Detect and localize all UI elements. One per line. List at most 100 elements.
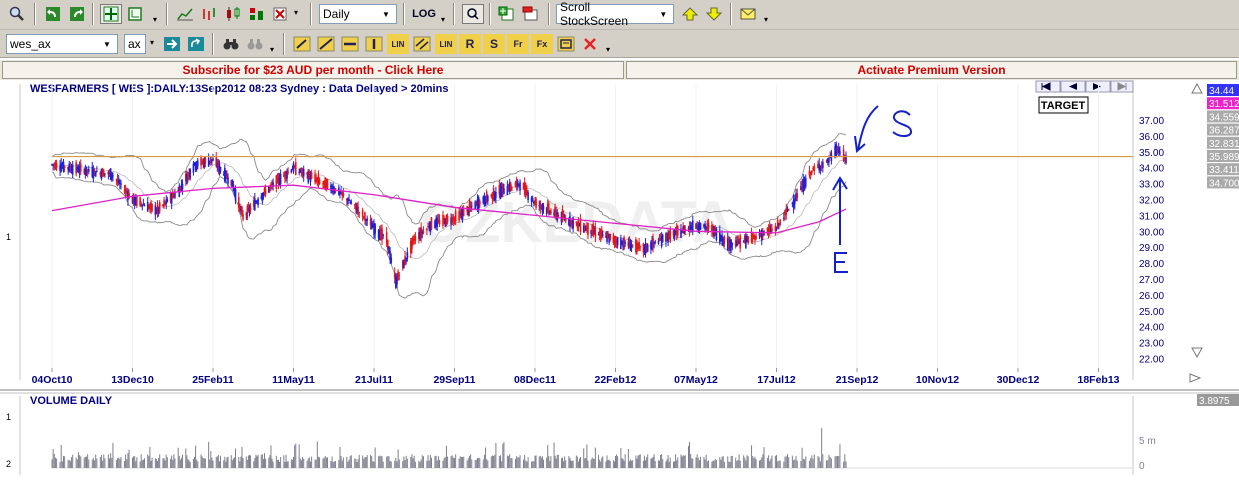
candle-body <box>839 151 841 155</box>
value-box-label: 33.411 <box>1209 165 1239 176</box>
candle-body <box>390 257 393 263</box>
pen-icon[interactable] <box>291 34 313 54</box>
candle-body <box>639 246 641 248</box>
bar-chart-icon[interactable] <box>198 4 220 24</box>
refresh-icon[interactable] <box>185 34 207 54</box>
fibonacci-extension-button[interactable]: Fx <box>531 34 553 54</box>
toolbar-grip[interactable]: ▾ <box>764 16 772 26</box>
toolbar-grip[interactable]: ▾ <box>153 16 161 26</box>
candle-body <box>241 206 243 216</box>
indicator-icon[interactable] <box>270 4 292 24</box>
binoculars-icon[interactable] <box>220 34 242 54</box>
undo-icon[interactable] <box>42 4 64 24</box>
candle-body <box>462 209 465 217</box>
candle-body <box>673 230 676 239</box>
toolbar-grip[interactable]: ▾ <box>441 16 449 26</box>
y-tick-label: 24.00 <box>1139 323 1164 334</box>
exchange-select[interactable]: ax <box>124 34 146 54</box>
value-box-label: 36.287 <box>1209 126 1239 137</box>
candle-body <box>120 183 122 185</box>
toolbar-grip[interactable]: ▾ <box>606 46 614 56</box>
vertical-line-icon[interactable] <box>363 34 385 54</box>
arrow-up-icon[interactable] <box>679 4 701 24</box>
add-chart-icon[interactable] <box>496 4 518 24</box>
binoculars-disabled-icon[interactable] <box>244 34 266 54</box>
mail-icon[interactable] <box>737 4 759 24</box>
support-button[interactable]: S <box>483 34 505 54</box>
volume-y-tick-label: 0 <box>1139 461 1145 472</box>
fibonacci-retracement-button[interactable]: Fr <box>507 34 529 54</box>
scroll-select[interactable]: Scroll StockScreen ▼ <box>556 0 674 28</box>
line-chart-icon[interactable] <box>174 4 196 24</box>
horizontal-line-icon[interactable] <box>339 34 361 54</box>
subscribe-link[interactable]: Subscribe for $23 AUD per month - Click … <box>2 61 624 79</box>
candle-body <box>503 188 505 195</box>
log-scale-button[interactable]: LOG <box>411 4 437 24</box>
x-tick-label: 08Dec11 <box>514 374 556 386</box>
target-label: TARGET <box>1041 100 1086 112</box>
promo-banner: Subscribe for $23 AUD per month - Click … <box>0 60 1239 80</box>
x-tick-label: 30Dec12 <box>997 374 1040 386</box>
volume-pane-number-1: 1 <box>6 412 11 422</box>
x-tick-label: 18Feb13 <box>1077 374 1119 386</box>
chart-title: WESFARMERS [ WES ]:DAILY:13Sep2012 08:23… <box>30 83 448 95</box>
candle-body <box>747 236 749 244</box>
candle-body <box>55 162 58 169</box>
candle-body <box>779 219 781 225</box>
candle-body <box>151 203 153 212</box>
volume-title: VOLUME DAILY <box>30 395 113 407</box>
linear-regression-button[interactable]: LIN <box>387 34 409 54</box>
toolbar-grip[interactable]: ▾ <box>270 46 278 56</box>
trendline-icon[interactable] <box>315 34 337 54</box>
zoom-icon[interactable] <box>6 4 28 24</box>
price-chart-svg[interactable]: WESFARMERS [ WES ]:DAILY:13Sep2012 08:23… <box>0 80 1239 487</box>
arrow-down-icon[interactable] <box>703 4 725 24</box>
candle-body <box>669 229 672 242</box>
chart-area[interactable]: WESFARMERS [ WES ]:DAILY:13Sep2012 08:23… <box>0 80 1239 487</box>
chevron-down-icon: ▼ <box>103 39 111 49</box>
candle-body <box>813 166 816 171</box>
candle-body <box>406 251 409 259</box>
exchange-dropdown-icon[interactable]: ▾ <box>150 39 158 49</box>
x-tick-label: 21Sep12 <box>836 374 879 386</box>
text-icon[interactable] <box>555 34 577 54</box>
candle-body <box>446 216 449 222</box>
candle-body <box>516 181 519 187</box>
y-tick-label: 25.00 <box>1139 307 1164 318</box>
candle-body <box>531 197 534 201</box>
separator <box>489 3 491 25</box>
candlestick-icon[interactable] <box>222 4 244 24</box>
redo-icon[interactable] <box>66 4 88 24</box>
multi-bar-icon[interactable] <box>246 4 268 24</box>
candle-body <box>422 231 425 234</box>
candle-body <box>364 212 366 221</box>
candle-body <box>166 199 169 203</box>
candle-body <box>219 167 222 172</box>
linear-channel-button[interactable]: LIN <box>435 34 457 54</box>
chart-nav <box>1035 80 1134 93</box>
candle-body <box>140 203 143 205</box>
remove-chart-icon[interactable] <box>520 4 542 24</box>
y-tick-label: 30.00 <box>1139 227 1164 238</box>
period-select[interactable]: Daily ▼ <box>319 4 397 24</box>
volume-value: 3.8975 <box>1199 396 1230 407</box>
go-icon[interactable] <box>161 34 183 54</box>
candle-body <box>796 193 799 199</box>
channel-icon[interactable] <box>411 34 433 54</box>
resistance-button[interactable]: R <box>459 34 481 54</box>
candle-body <box>361 209 364 217</box>
candle-body <box>804 177 807 187</box>
indicator-dropdown-icon[interactable]: ▾ <box>294 9 302 19</box>
delete-icon[interactable] <box>579 34 601 54</box>
symbol-input[interactable]: wes_ax ▼ <box>6 34 118 54</box>
window-icon[interactable] <box>124 4 146 24</box>
separator <box>212 33 214 55</box>
crosshair-icon[interactable] <box>100 4 122 24</box>
candle-body <box>111 172 113 179</box>
x-tick-label: 10Nov12 <box>916 374 959 386</box>
activate-premium-link[interactable]: Activate Premium Version <box>626 61 1237 79</box>
quote-icon[interactable] <box>462 4 484 24</box>
candle-body <box>207 157 210 167</box>
candle-body <box>357 206 359 213</box>
candle-body <box>181 184 184 190</box>
